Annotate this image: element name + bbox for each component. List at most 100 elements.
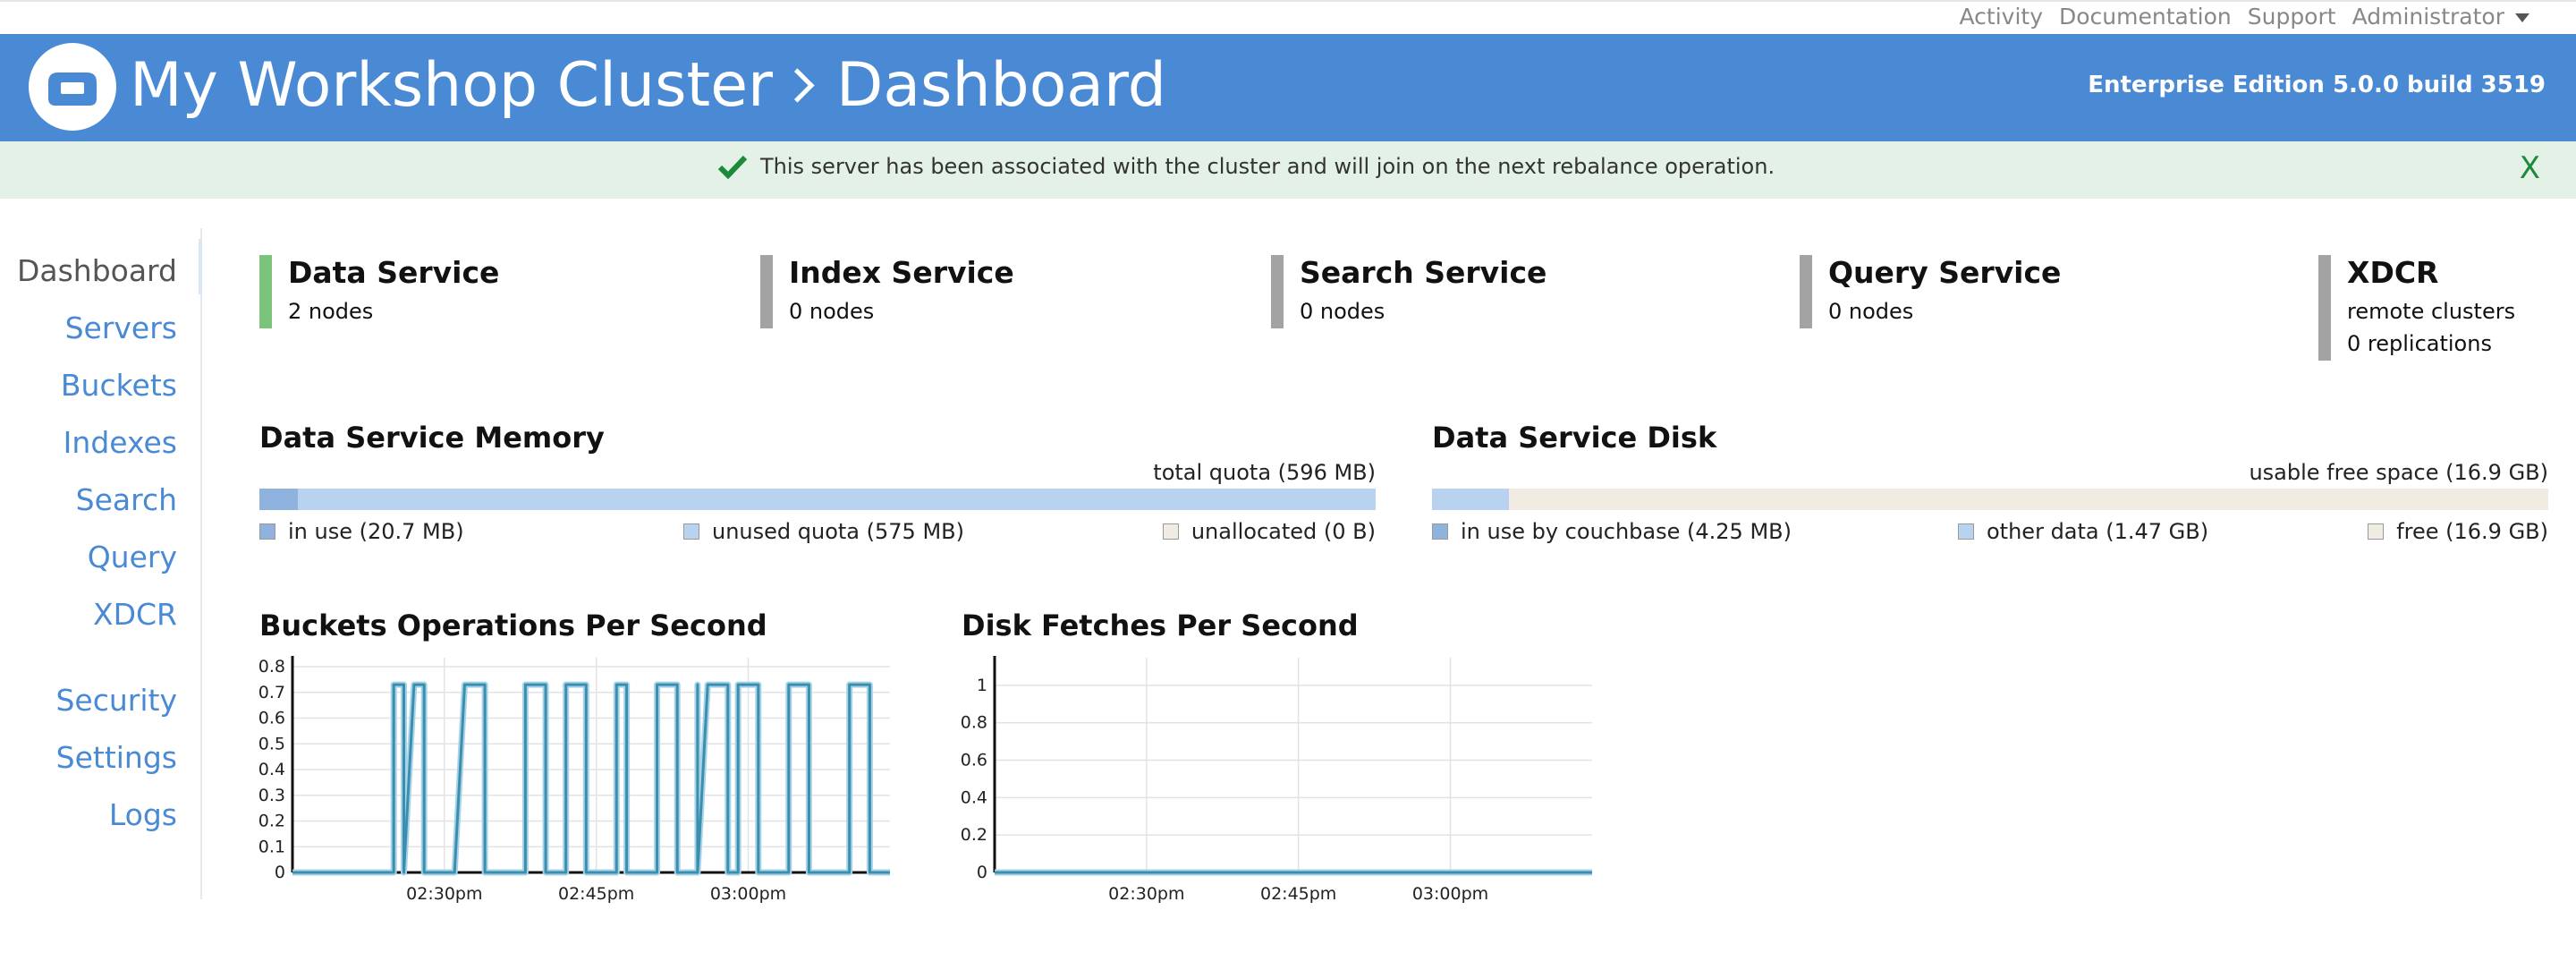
y-tick-label: 0.2 (259, 812, 285, 831)
alert-message: This server has been associated with the… (760, 154, 1775, 179)
memory-legend: in use (20.7 MB) unused quota (575 MB) u… (259, 519, 1376, 546)
legend-label: in use by couchbase (4.25 MB) (1461, 519, 1792, 544)
memory-bar (259, 489, 1376, 510)
page-title: My Workshop Cluster Dashboard (130, 50, 1166, 121)
sidebar-item-search[interactable]: Search (76, 482, 177, 517)
y-tick-label: 0.4 (962, 787, 987, 807)
y-tick-label: 0 (977, 863, 987, 882)
top-links-bar: Activity Documentation Support Administr… (0, 0, 2576, 34)
alert-close-button[interactable]: X (2520, 150, 2540, 186)
service-search[interactable]: Search Service 0 nodes (1271, 255, 1547, 328)
page-name: Dashboard (835, 50, 1166, 121)
sidebar-item-buckets[interactable]: Buckets (61, 368, 177, 403)
y-tick-label: 0.5 (259, 734, 285, 753)
service-data[interactable]: Data Service 2 nodes (259, 255, 500, 328)
sidebar-item-servers[interactable]: Servers (65, 311, 177, 345)
active-indicator (199, 239, 202, 294)
activity-link[interactable]: Activity (1960, 4, 2044, 30)
documentation-link[interactable]: Documentation (2059, 4, 2232, 30)
chevron-right-icon (780, 68, 815, 103)
sidebar-item-query[interactable]: Query (88, 540, 177, 574)
chart-title: Buckets Operations Per Second (259, 608, 767, 642)
y-tick-label: 0.8 (962, 713, 987, 733)
couchbase-logo (29, 43, 116, 131)
legend-unused: unused quota (575 MB) (683, 519, 964, 544)
service-nodes: 0 nodes (1828, 299, 1914, 324)
y-tick-label: 0.1 (259, 837, 285, 856)
disk-legend: in use by couchbase (4.25 MB) other data… (1432, 519, 2548, 546)
sidebar-item-settings[interactable]: Settings (56, 740, 177, 775)
y-tick-label: 0.6 (962, 751, 987, 770)
y-tick-label: 0.4 (259, 760, 285, 779)
y-tick-label: 0 (275, 863, 285, 882)
y-tick-label: 0.7 (259, 683, 285, 702)
alert-banner: This server has been associated with the… (0, 141, 2576, 199)
legend-label: free (16.9 GB) (2396, 519, 2548, 544)
ops-chart: Buckets Operations Per Second 0 0.1 0.2 0.3… (259, 608, 890, 904)
legend-other: other data (1.47 GB) (1958, 519, 2208, 544)
service-name: XDCR (2347, 255, 2439, 290)
y-tick-label: 0.8 (259, 657, 285, 676)
support-link[interactable]: Support (2248, 4, 2336, 30)
y-tick-label: 0.6 (259, 709, 285, 728)
swatch (683, 523, 699, 540)
service-nodes: 0 nodes (1300, 299, 1385, 324)
series-line (292, 683, 890, 874)
x-tick-label: 03:00pm (1412, 884, 1488, 904)
service-name: Index Service (789, 255, 1014, 290)
cluster-name: My Workshop Cluster (130, 50, 773, 121)
memory-title: Data Service Memory (259, 421, 605, 455)
legend-label: other data (1.47 GB) (1987, 519, 2209, 544)
service-name: Search Service (1300, 255, 1547, 290)
legend-label: in use (20.7 MB) (288, 519, 464, 544)
x-tick-label: 02:30pm (1108, 884, 1184, 904)
sidebar-item-indexes[interactable]: Indexes (64, 425, 177, 460)
status-bar (2318, 255, 2331, 361)
memory-total: total quota (596 MB) (1153, 460, 1376, 485)
x-tick-label: 02:30pm (406, 884, 482, 904)
sidebar-item-xdcr[interactable]: XDCR (93, 597, 177, 632)
y-tick-label: 0.2 (962, 825, 987, 845)
sidebar-item-security[interactable]: Security (55, 683, 177, 718)
swatch (259, 523, 275, 540)
edition-label: Enterprise Edition 5.0.0 build 3519 (2088, 72, 2546, 98)
service-xdcr[interactable]: XDCR remote clusters 0 replications (2318, 255, 2516, 361)
disk-other-segment (1432, 489, 1510, 510)
chart-title: Disk Fetches Per Second (962, 608, 1359, 642)
service-name: Query Service (1828, 255, 2062, 290)
x-tick-label: 02:45pm (558, 884, 634, 904)
status-bar (1800, 255, 1812, 328)
x-tick-label: 03:00pm (710, 884, 786, 904)
replications-label: 0 replications (2347, 331, 2492, 356)
checkmark-icon (717, 155, 748, 179)
service-name: Data Service (288, 255, 500, 290)
disk-fetches-chart: Disk Fetches Per Second 0 0.2 0.4 0.6 0.8 1 02… (962, 608, 1592, 904)
disk-total: usable free space (16.9 GB) (2249, 460, 2548, 485)
user-name: Administrator (2351, 4, 2504, 30)
header: My Workshop Cluster Dashboard Enterprise… (0, 34, 2576, 141)
swatch (1162, 523, 1179, 540)
swatch (1958, 523, 1974, 540)
service-query[interactable]: Query Service 0 nodes (1800, 255, 2062, 328)
service-nodes: 0 nodes (789, 299, 875, 324)
ops-chart-svg[interactable]: 0 0.1 0.2 0.3 0.4 0.5 0.6 0.7 0.8 02:30pm 02:45pm 0… (259, 653, 903, 931)
y-tick-label: 1 (977, 676, 987, 695)
legend-free: free (16.9 GB) (2368, 519, 2548, 544)
y-tick-label: 0.3 (259, 786, 285, 805)
sidebar-item-logs[interactable]: Logs (109, 797, 177, 832)
remote-clusters-label: remote clusters (2347, 299, 2516, 324)
memory-in-use-segment (259, 489, 299, 510)
status-bar (259, 255, 272, 328)
legend-in-use: in use by couchbase (4.25 MB) (1432, 519, 1792, 544)
disk-usage: Data Service Disk usable free space (16.… (1432, 421, 2548, 544)
service-index[interactable]: Index Service 0 nodes (760, 255, 1014, 328)
x-tick-label: 02:45pm (1260, 884, 1336, 904)
caret-down-icon (2515, 13, 2529, 22)
disk-free-segment (1509, 489, 2548, 510)
sidebar-item-dashboard[interactable]: Dashboard (17, 253, 177, 288)
user-menu[interactable]: Administrator (2352, 4, 2529, 30)
disk-bar (1432, 489, 2548, 510)
status-bar (1271, 255, 1284, 328)
legend-label: unused quota (575 MB) (712, 519, 964, 544)
disk-fetches-chart-svg[interactable]: 0 0.2 0.4 0.6 0.8 1 02:30pm 02:45pm 03:00pm (962, 653, 1606, 931)
